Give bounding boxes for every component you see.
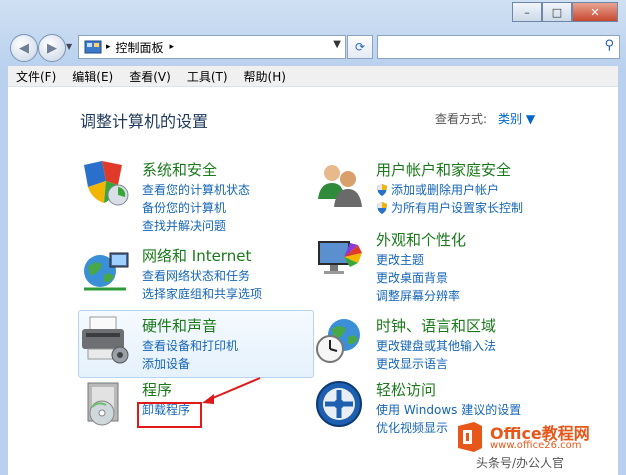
search-icon: ⚲ xyxy=(604,38,614,53)
chevron-down-icon[interactable]: ▼ xyxy=(333,39,341,50)
category-network-internet: 网络和 Internet 查看网络状态和任务 选择家庭组和共享选项 xyxy=(80,245,300,305)
menu-tools[interactable]: 工具(T) xyxy=(179,68,236,85)
navigation-bar: ◀ ▶ ▼ ▸ 控制面板 ▸ ▼ ⟳ ⚲ xyxy=(0,30,626,64)
monitor-palette-icon xyxy=(318,241,362,274)
menu-edit[interactable]: 编辑(E) xyxy=(64,68,121,85)
category-title[interactable]: 用户帐户和家庭安全 xyxy=(376,159,511,180)
link-homegroup[interactable]: 选择家庭组和共享选项 xyxy=(142,285,262,302)
breadcrumb-separator: ▸ xyxy=(106,42,111,52)
link-windows-suggested-settings[interactable]: 使用 Windows 建议的设置 xyxy=(376,401,521,418)
category-title[interactable]: 程序 xyxy=(142,379,172,400)
uac-shield-icon xyxy=(377,202,387,214)
link-desktop-background[interactable]: 更改桌面背景 xyxy=(376,269,448,286)
category-user-accounts: 用户帐户和家庭安全 添加或删除用户帐户 为所有用户设置家长控制 xyxy=(314,159,614,219)
uac-shield-icon xyxy=(377,184,387,196)
control-panel-window: – □ ✕ ◀ ▶ ▼ ▸ 控制面板 ▸ ▼ ⟳ ⚲ 文件(F) 编辑(E) 查… xyxy=(0,0,626,475)
category-title[interactable]: 网络和 Internet xyxy=(142,245,251,266)
link-label: 添加或删除用户帐户 xyxy=(391,183,500,197)
category-appearance: 外观和个性化 更改主题 更改桌面背景 调整屏幕分辨率 xyxy=(314,229,614,304)
shield-icon xyxy=(84,161,129,206)
ease-of-access-icon xyxy=(316,381,362,427)
page-title: 调整计算机的设置 xyxy=(80,112,209,131)
link-backup[interactable]: 备份您的计算机 xyxy=(142,199,226,216)
address-bar[interactable]: ▸ 控制面板 ▸ ▼ xyxy=(78,35,346,59)
link-change-theme[interactable]: 更改主题 xyxy=(376,251,424,268)
menu-bar: 文件(F) 编辑(E) 查看(V) 工具(T) 帮助(H) xyxy=(8,66,618,87)
view-by-dropdown[interactable]: 类别 ▼ xyxy=(498,110,535,127)
link-check-status[interactable]: 查看您的计算机状态 xyxy=(142,181,250,198)
category-title[interactable]: 系统和安全 xyxy=(142,159,217,180)
title-bar: – □ ✕ xyxy=(0,0,626,30)
history-dropdown-icon[interactable]: ▼ xyxy=(66,42,72,51)
refresh-button[interactable]: ⟳ xyxy=(347,35,373,59)
back-button[interactable]: ◀ xyxy=(10,34,38,62)
control-panel-icon xyxy=(84,40,102,54)
search-input[interactable]: ⚲ xyxy=(377,35,620,59)
link-optimize-display[interactable]: 优化视频显示 xyxy=(376,419,448,436)
watermark-url: www.office26.com xyxy=(490,440,582,451)
category-title[interactable]: 外观和个性化 xyxy=(376,229,466,250)
users-icon xyxy=(318,165,362,207)
arrow-left-icon: ◀ xyxy=(19,40,29,56)
category-system-security: 系统和安全 查看您的计算机状态 备份您的计算机 查找并解决问题 xyxy=(80,159,300,234)
maximize-button[interactable]: □ xyxy=(542,2,572,22)
link-network-status[interactable]: 查看网络状态和任务 xyxy=(142,267,250,284)
view-by-label: 查看方式: xyxy=(435,112,488,126)
clock-globe-icon xyxy=(316,319,360,363)
breadcrumb-separator-2: ▸ xyxy=(169,42,175,52)
link-troubleshoot[interactable]: 查找并解决问题 xyxy=(142,217,226,234)
refresh-icon: ⟳ xyxy=(354,40,366,54)
arrow-right-icon: ▶ xyxy=(47,40,57,56)
link-display-language[interactable]: 更改显示语言 xyxy=(376,355,448,372)
link-keyboard-input[interactable]: 更改键盘或其他输入法 xyxy=(376,337,496,354)
office-logo-icon xyxy=(458,422,482,452)
annotation-highlight-box xyxy=(137,402,202,428)
category-hardware-sound: 硬件和声音 查看设备和打印机 添加设备 xyxy=(80,315,300,375)
category-title[interactable]: 硬件和声音 xyxy=(142,315,217,336)
forward-button[interactable]: ▶ xyxy=(38,34,66,62)
link-add-remove-users[interactable]: 添加或删除用户帐户 xyxy=(376,181,499,198)
control-panel-content: 调整计算机的设置 查看方式: 类别 ▼ 系统和安全 查看您的计算机状态 备份您的… xyxy=(8,87,618,475)
menu-file[interactable]: 文件(F) xyxy=(8,68,64,85)
category-title[interactable]: 轻松访问 xyxy=(376,379,436,400)
watermark-caption: 头条号/办公人官 xyxy=(476,456,565,470)
link-add-device[interactable]: 添加设备 xyxy=(142,355,190,372)
minimize-button[interactable]: – xyxy=(512,2,542,22)
menu-view[interactable]: 查看(V) xyxy=(121,68,179,85)
category-clock-language-region: 时钟、语言和区域 更改键盘或其他输入法 更改显示语言 xyxy=(314,315,614,375)
link-label: 为所有用户设置家长控制 xyxy=(391,201,524,215)
red-arrow-annotation xyxy=(202,377,261,404)
close-button[interactable]: ✕ xyxy=(572,2,618,22)
link-devices-printers[interactable]: 查看设备和打印机 xyxy=(142,337,238,354)
printer-icon xyxy=(82,316,129,364)
category-title[interactable]: 时钟、语言和区域 xyxy=(376,315,496,336)
office-watermark: Office教程网 www.office26.com 头条号/办公人官 xyxy=(452,418,618,470)
breadcrumb-control-panel[interactable]: 控制面板 xyxy=(116,39,164,56)
programs-icon xyxy=(87,382,119,426)
link-parental-controls[interactable]: 为所有用户设置家长控制 xyxy=(376,199,523,216)
menu-help[interactable]: 帮助(H) xyxy=(236,68,294,85)
link-screen-resolution[interactable]: 调整屏幕分辨率 xyxy=(376,287,460,304)
network-globe-icon xyxy=(84,252,129,291)
